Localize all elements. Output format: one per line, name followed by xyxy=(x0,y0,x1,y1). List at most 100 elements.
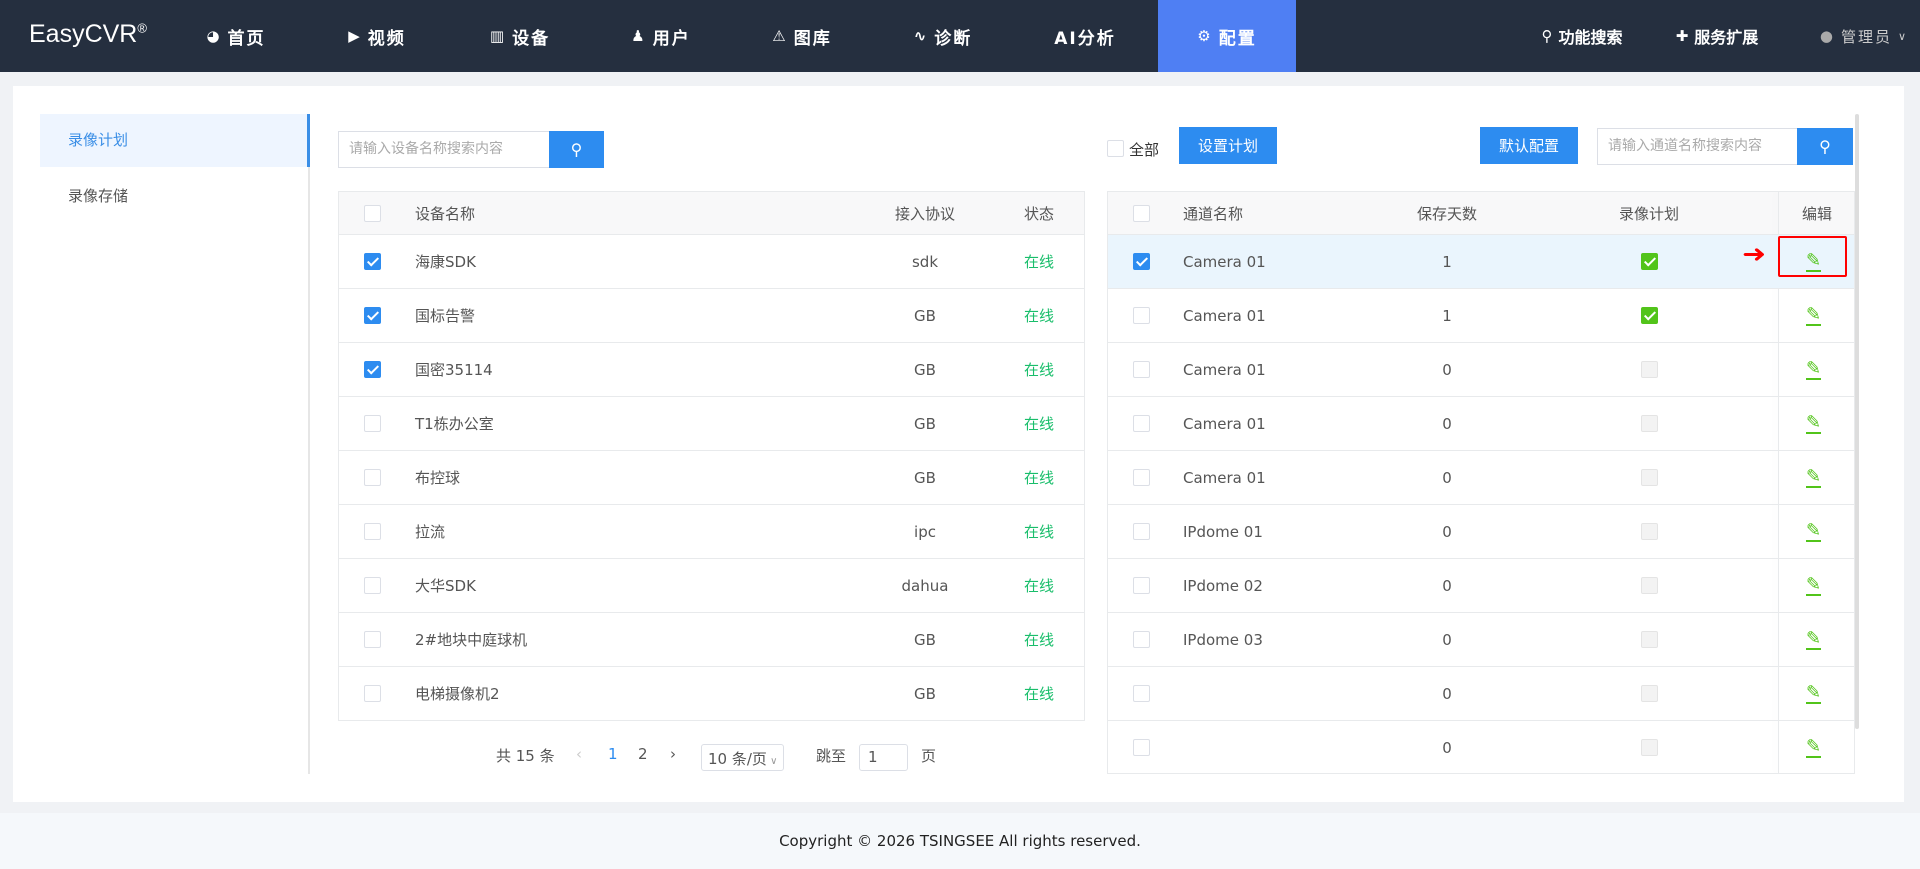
top-nav: EasyCVR® ◕首页 ▶视频 ▥设备 ♟用户 ⚠图库 ∿诊断 AI分析 ⚙配置 ⚲功能搜索… xyxy=(0,0,1920,72)
record-plan-checkbox[interactable] xyxy=(1641,361,1658,378)
dashboard-icon: ◕ xyxy=(206,27,221,45)
table-row[interactable]: Camera 011✎ xyxy=(1108,289,1854,343)
channel-search-input[interactable]: 请输入通道名称搜索内容 xyxy=(1597,128,1798,165)
table-row[interactable]: 拉流ipc在线 xyxy=(339,505,1084,559)
nav-item-2[interactable]: ▥设备 xyxy=(484,0,556,72)
record-plan-checkbox[interactable] xyxy=(1641,577,1658,594)
nav-item-4[interactable]: ⚠图库 xyxy=(766,0,838,72)
alarm-icon: ⚠ xyxy=(772,27,787,45)
table-row[interactable]: Camera 010✎ xyxy=(1108,397,1854,451)
row-checkbox[interactable] xyxy=(364,361,381,378)
channel-name: Camera 01 xyxy=(1183,253,1266,271)
set-plan-button[interactable]: 设置计划 xyxy=(1179,127,1277,164)
default-config-button[interactable]: 默认配置 xyxy=(1480,127,1578,164)
save-days: 0 xyxy=(1407,523,1487,541)
row-checkbox[interactable] xyxy=(364,523,381,540)
table-row[interactable]: 布控球GB在线 xyxy=(339,451,1084,505)
row-checkbox[interactable] xyxy=(364,253,381,270)
row-checkbox[interactable] xyxy=(364,685,381,702)
row-checkbox[interactable] xyxy=(1133,631,1150,648)
all-checkbox[interactable] xyxy=(1107,140,1124,157)
puzzle-icon: ✚ xyxy=(1676,27,1689,45)
table-row[interactable]: IPdome 020✎ xyxy=(1108,559,1854,613)
feature-search-button[interactable]: ⚲功能搜索 xyxy=(1532,0,1632,72)
header-device-name: 设备名称 xyxy=(415,203,475,224)
row-checkbox[interactable] xyxy=(1133,253,1150,270)
status-badge: 在线 xyxy=(1009,629,1069,650)
prev-page-icon[interactable]: ‹ xyxy=(576,745,582,763)
device-search-button[interactable]: ⚲ xyxy=(549,131,604,168)
edit-icon[interactable]: ✎ xyxy=(1806,630,1821,650)
page-size-select[interactable]: 10 条/页 ∨ xyxy=(701,744,784,771)
service-extension-button[interactable]: ✚服务扩展 xyxy=(1666,0,1768,72)
status-badge: 在线 xyxy=(1009,575,1069,596)
nav-item-6[interactable]: AI分析 xyxy=(1049,0,1121,72)
table-row[interactable]: 大华SDKdahua在线 xyxy=(339,559,1084,613)
select-all-checkbox[interactable] xyxy=(364,205,381,222)
page-1[interactable]: 1 xyxy=(608,745,618,763)
row-checkbox[interactable] xyxy=(1133,685,1150,702)
nav-item-3[interactable]: ♟用户 xyxy=(625,0,697,72)
row-checkbox[interactable] xyxy=(1133,415,1150,432)
table-row[interactable]: IPdome 030✎ xyxy=(1108,613,1854,667)
record-plan-checkbox[interactable] xyxy=(1641,685,1658,702)
logo[interactable]: EasyCVR® xyxy=(29,20,147,49)
row-checkbox[interactable] xyxy=(364,415,381,432)
record-plan-checkbox[interactable] xyxy=(1641,523,1658,540)
nav-item-1[interactable]: ▶视频 xyxy=(341,0,413,72)
footer: Copyright © 2026 TSINGSEE All rights res… xyxy=(0,813,1920,869)
table-row[interactable]: 国标告警GB在线 xyxy=(339,289,1084,343)
edit-icon[interactable]: ✎ xyxy=(1806,576,1821,596)
edit-icon[interactable]: ✎ xyxy=(1806,522,1821,542)
jump-input[interactable]: 1 xyxy=(859,744,908,771)
nav-item-7[interactable]: ⚙配置 xyxy=(1158,0,1296,72)
table-row[interactable]: 海康SDKsdk在线 xyxy=(339,235,1084,289)
sidebar-item-record-plan[interactable]: 录像计划 xyxy=(40,114,310,167)
row-checkbox[interactable] xyxy=(1133,577,1150,594)
sidebar-item-record-storage[interactable]: 录像存储 xyxy=(40,170,308,223)
row-checkbox[interactable] xyxy=(1133,361,1150,378)
table-row[interactable]: 电梯摄像机2GB在线 xyxy=(339,667,1084,721)
row-checkbox[interactable] xyxy=(364,631,381,648)
table-row[interactable]: Camera 010✎ xyxy=(1108,343,1854,397)
row-checkbox[interactable] xyxy=(364,469,381,486)
record-plan-checkbox[interactable] xyxy=(1641,469,1658,486)
record-plan-checkbox[interactable] xyxy=(1641,739,1658,756)
edit-icon[interactable]: ✎ xyxy=(1806,306,1821,326)
row-checkbox[interactable] xyxy=(364,577,381,594)
record-plan-checkbox[interactable] xyxy=(1641,253,1658,270)
nav-item-5[interactable]: ∿诊断 xyxy=(907,0,979,72)
next-page-icon[interactable]: › xyxy=(670,745,676,763)
edit-icon[interactable]: ✎ xyxy=(1806,468,1821,488)
table-row[interactable]: IPdome 010✎ xyxy=(1108,505,1854,559)
edit-icon[interactable]: ✎ xyxy=(1806,360,1821,380)
table-row[interactable]: 2#地块中庭球机GB在线 xyxy=(339,613,1084,667)
device-name: 国标告警 xyxy=(415,305,475,326)
row-checkbox[interactable] xyxy=(1133,739,1150,756)
record-plan-checkbox[interactable] xyxy=(1641,415,1658,432)
edit-icon[interactable]: ✎ xyxy=(1806,684,1821,704)
edit-icon[interactable]: ✎ xyxy=(1806,414,1821,434)
table-row[interactable]: Camera 010✎ xyxy=(1108,451,1854,505)
channel-search-button[interactable]: ⚲ xyxy=(1797,128,1853,165)
row-checkbox[interactable] xyxy=(364,307,381,324)
row-checkbox[interactable] xyxy=(1133,469,1150,486)
device-search-input[interactable]: 请输入设备名称搜索内容 xyxy=(338,131,550,168)
table-row[interactable]: 0✎ xyxy=(1108,721,1854,774)
channel-name: Camera 01 xyxy=(1183,307,1266,325)
user-menu[interactable]: ●管理员∨ xyxy=(1818,0,1910,72)
row-checkbox[interactable] xyxy=(1133,307,1150,324)
record-plan-checkbox[interactable] xyxy=(1641,631,1658,648)
scrollbar[interactable] xyxy=(1855,114,1859,729)
table-row[interactable]: T1栋办公室GB在线 xyxy=(339,397,1084,451)
nav-item-0[interactable]: ◕首页 xyxy=(200,0,272,72)
channel-name: Camera 01 xyxy=(1183,361,1266,379)
record-plan-checkbox[interactable] xyxy=(1641,307,1658,324)
page-2[interactable]: 2 xyxy=(638,745,648,763)
table-row[interactable]: 国密35114GB在线 xyxy=(339,343,1084,397)
select-all-checkbox[interactable] xyxy=(1133,205,1150,222)
edit-icon[interactable]: ✎ xyxy=(1806,738,1821,758)
row-checkbox[interactable] xyxy=(1133,523,1150,540)
search-icon: ⚲ xyxy=(1541,27,1552,45)
table-row[interactable]: 0✎ xyxy=(1108,667,1854,721)
